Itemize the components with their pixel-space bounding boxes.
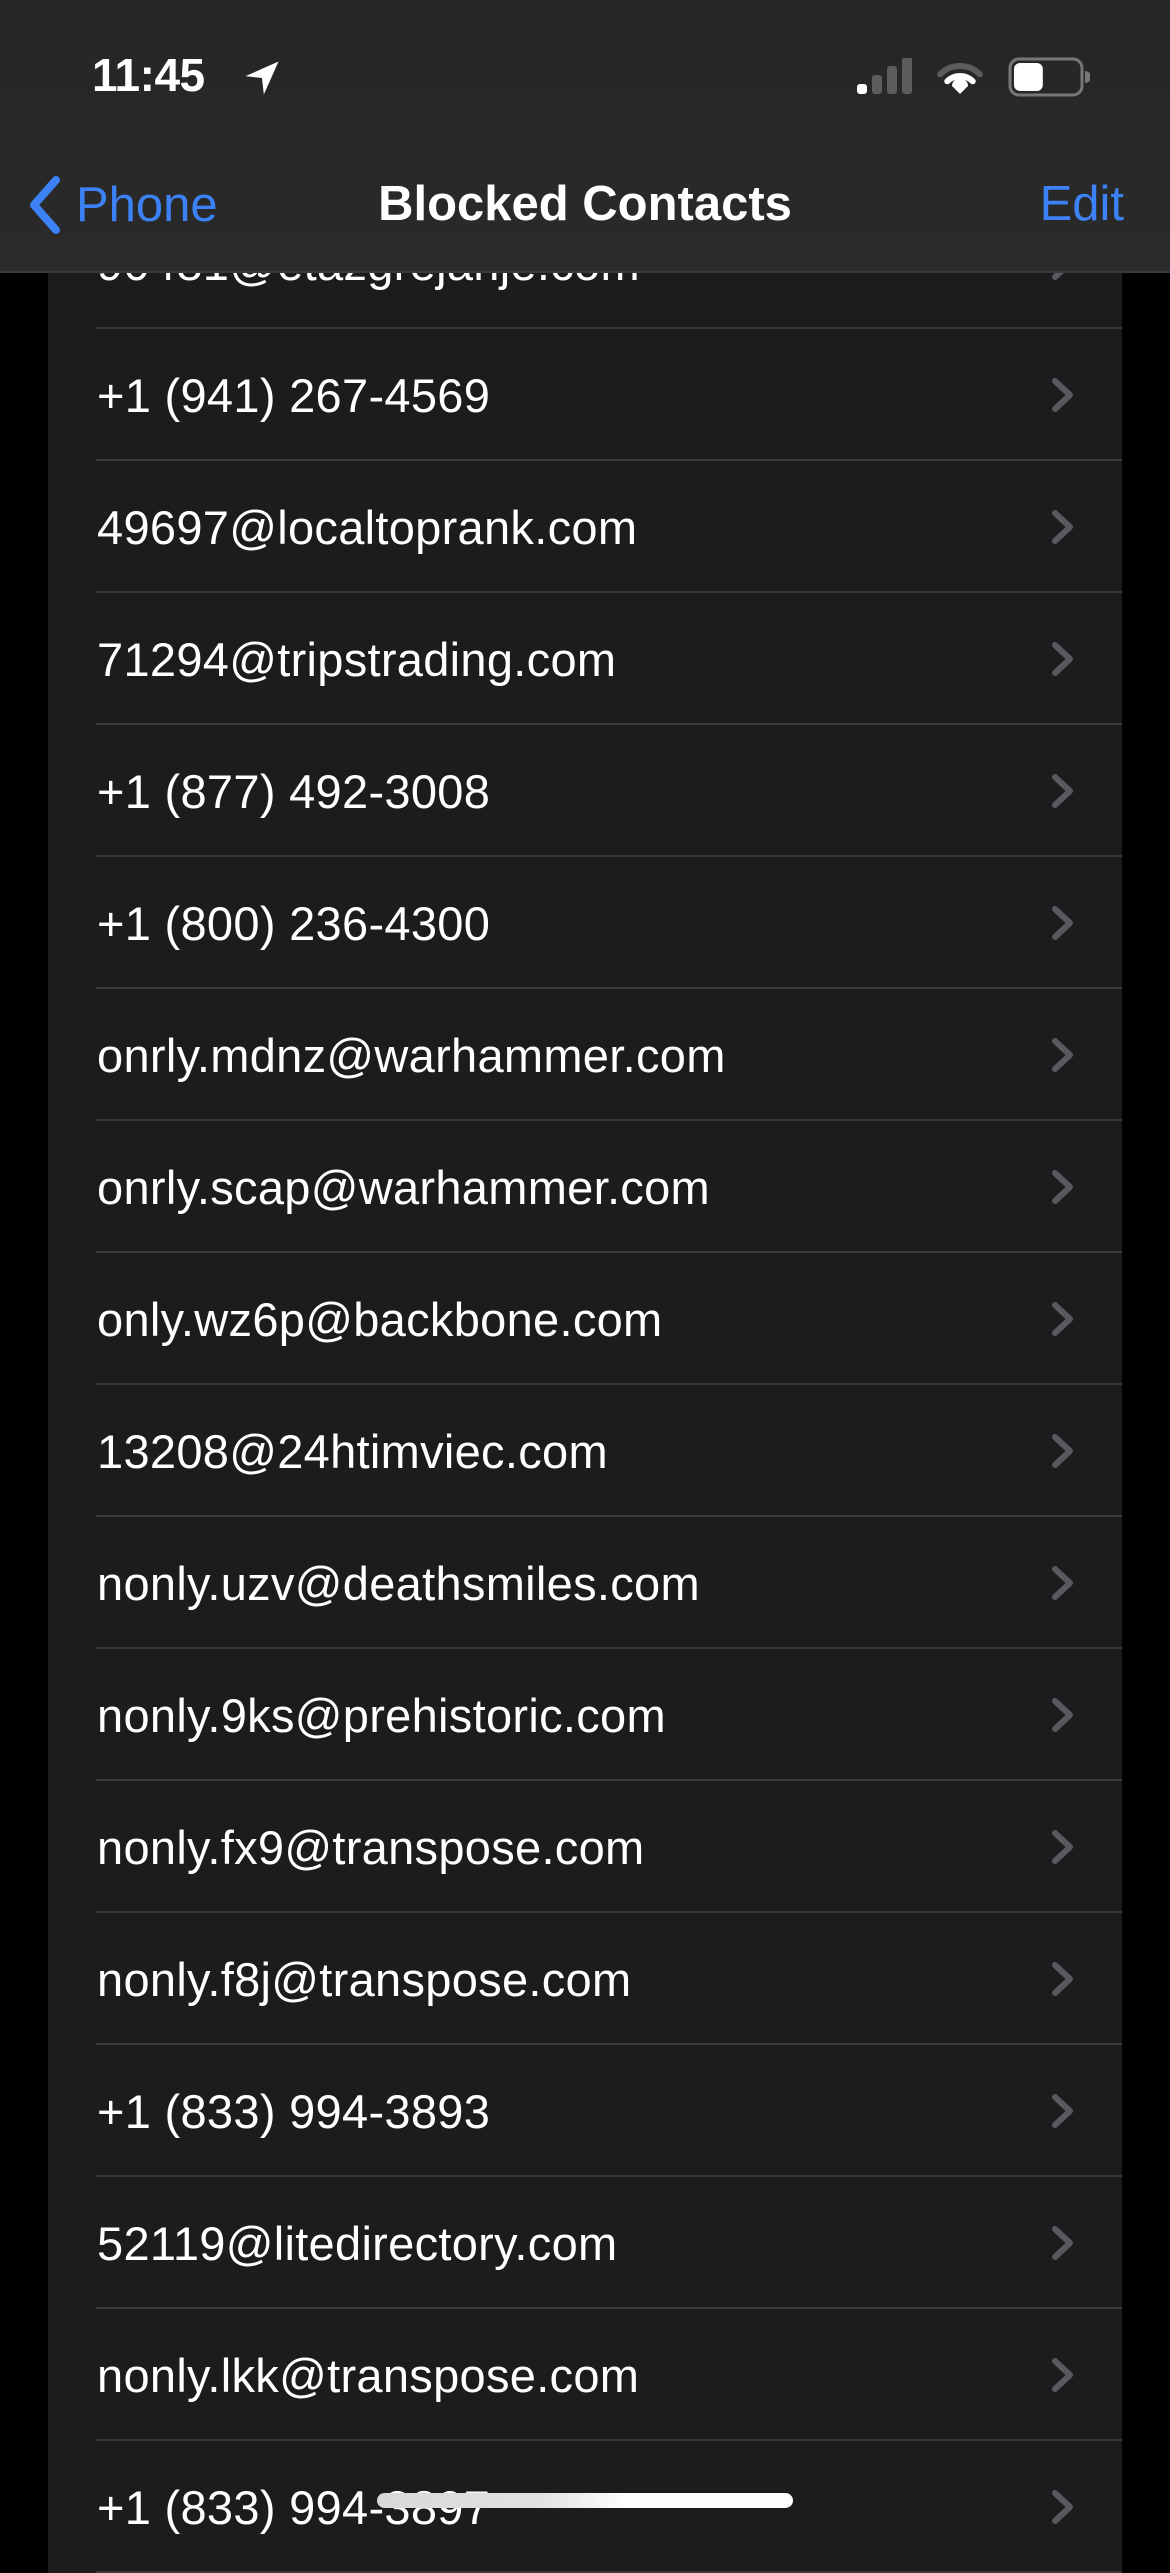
blocked-contact-label: nonly.9ks@prehistoric.com <box>97 1688 666 1742</box>
battery-icon <box>1008 57 1090 97</box>
blocked-contact-row[interactable]: nonly.uzv@deathsmiles.com <box>48 1517 1122 1649</box>
chevron-right-icon <box>1052 2226 1073 2260</box>
signal-bar <box>887 66 897 94</box>
chevron-right-icon <box>1052 510 1073 544</box>
page-title: Blocked Contacts <box>378 177 792 231</box>
blocked-contact-label: nonly.uzv@deathsmiles.com <box>97 1556 700 1610</box>
wifi-arc <box>937 63 983 78</box>
signal-bar <box>902 58 912 94</box>
blocked-contact-row[interactable]: nonly.f8j@transpose.com <box>48 1913 1122 2045</box>
blocked-contact-label: +1 (800) 236-4300 <box>97 896 491 950</box>
wifi-icon <box>937 63 983 94</box>
chevron-right-icon <box>1052 1962 1073 1996</box>
chevron-right-icon <box>1052 906 1073 940</box>
blocked-contact-row[interactable]: 52119@litedirectory.com <box>48 2177 1122 2309</box>
cellular-signal-icon <box>857 58 912 94</box>
blocked-contact-row[interactable]: 13208@24htimviec.com <box>48 1385 1122 1517</box>
blocked-contact-row[interactable]: nonly.lkk@transpose.com <box>48 2309 1122 2441</box>
blocked-contact-row[interactable]: 71294@tripstrading.com <box>48 593 1122 725</box>
blocked-contact-label: 13208@24htimviec.com <box>97 1424 608 1478</box>
wifi-arc <box>952 78 968 94</box>
blocked-contact-label: onrly.mdnz@warhammer.com <box>97 1028 726 1082</box>
blocked-contact-row[interactable]: onrly.scap@warhammer.com <box>48 1121 1122 1253</box>
blocked-contact-row[interactable]: +1 (800) 236-4300 <box>48 857 1122 989</box>
chevron-right-icon <box>1052 2490 1073 2524</box>
chevron-right-icon <box>1052 1038 1073 1072</box>
blocked-contact-label: 49697@localtoprank.com <box>97 500 638 554</box>
blocked-contact-label: 71294@tripstrading.com <box>97 632 617 686</box>
battery-fill <box>1014 63 1043 91</box>
blocked-contact-row[interactable]: 49697@localtoprank.com <box>48 461 1122 593</box>
blocked-contact-label: +1 (877) 492-3008 <box>97 764 491 818</box>
blocked-contact-label: nonly.f8j@transpose.com <box>97 1952 632 2006</box>
blocked-contact-row[interactable]: +1 (941) 267-4569 <box>48 329 1122 461</box>
chevron-right-icon <box>1052 1698 1073 1732</box>
blocked-contact-row[interactable]: +1 (833) 994-3893 <box>48 2045 1122 2177</box>
blocked-contact-label: only.wz6p@backbone.com <box>97 1292 663 1346</box>
chevron-right-icon <box>1052 1170 1073 1204</box>
blocked-contact-row[interactable]: onrly.mdnz@warhammer.com <box>48 989 1122 1121</box>
chevron-right-icon <box>1052 1302 1073 1336</box>
blocked-contact-label: +1 (833) 994-3893 <box>97 2084 491 2138</box>
status-time: 11:45 <box>92 49 205 101</box>
navigation-bar: 11:45 Phone Blocked Contacts Edit <box>0 0 1170 273</box>
blocked-contact-label: nonly.fx9@transpose.com <box>97 1820 645 1874</box>
blocked-contact-label: +1 (941) 267-4569 <box>97 368 491 422</box>
edit-button[interactable]: Edit <box>1040 176 1124 232</box>
blocked-contact-row[interactable]: only.wz6p@backbone.com <box>48 1253 1122 1385</box>
chevron-right-icon <box>1052 1566 1073 1600</box>
chevron-right-icon <box>1052 1434 1073 1468</box>
blocked-contact-label: nonly.lkk@transpose.com <box>97 2348 640 2402</box>
chevron-right-icon <box>1052 2094 1073 2128</box>
blocked-contact-row[interactable]: nonly.fx9@transpose.com <box>48 1781 1122 1913</box>
home-indicator[interactable] <box>377 2493 793 2508</box>
blocked-contact-row[interactable]: nonly.9ks@prehistoric.com <box>48 1649 1122 1781</box>
chevron-right-icon <box>1052 1830 1073 1864</box>
location-arrow-icon <box>245 61 279 95</box>
signal-bar <box>872 75 882 94</box>
signal-bar <box>857 84 867 94</box>
blocked-contact-label: 52119@litedirectory.com <box>97 2216 618 2270</box>
chevron-right-icon <box>1052 2358 1073 2392</box>
chevron-right-icon <box>1052 774 1073 808</box>
chevron-right-icon <box>1052 642 1073 676</box>
chevron-right-icon <box>1052 378 1073 412</box>
blocked-contact-label: onrly.scap@warhammer.com <box>97 1160 710 1214</box>
blocked-contact-row[interactable]: +1 (877) 492-3008 <box>48 725 1122 857</box>
blocked-contacts-list: 90481@etazgrejanje.com+1 (941) 267-45694… <box>48 197 1122 2573</box>
battery-cap <box>1085 71 1090 83</box>
